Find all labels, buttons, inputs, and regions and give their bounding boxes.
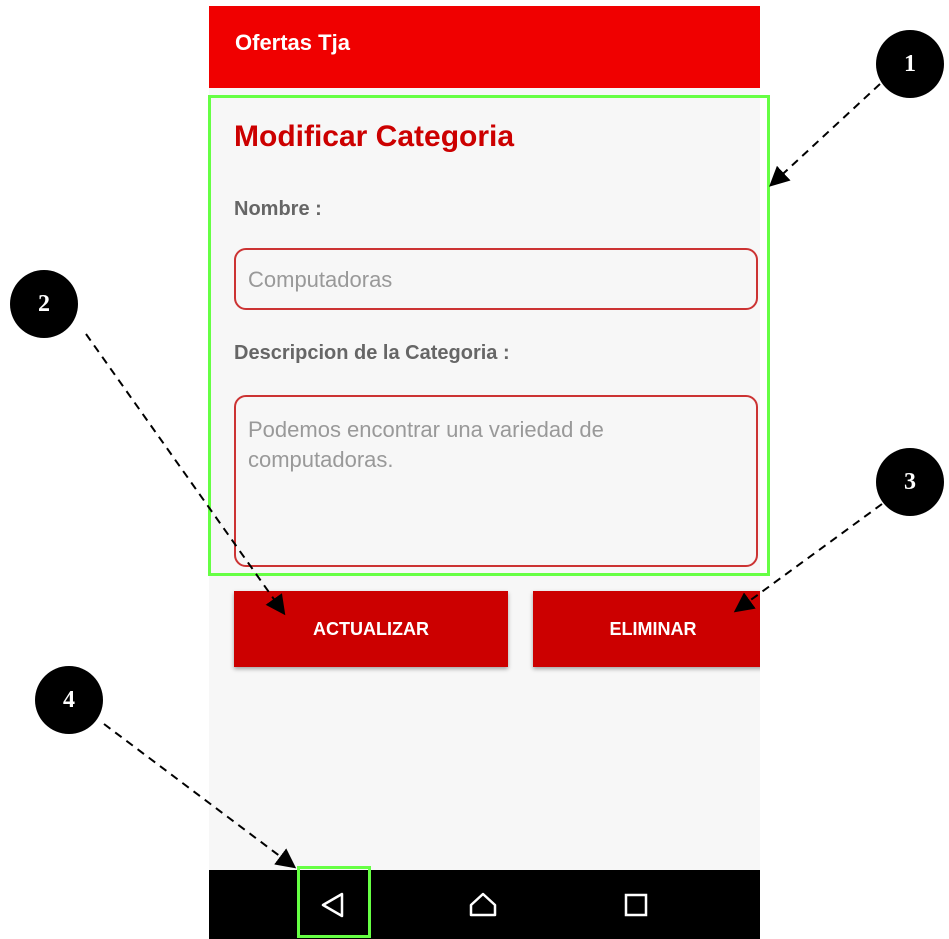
delete-button[interactable]: ELIMINAR <box>533 591 760 667</box>
name-label: Nombre : <box>234 198 322 220</box>
arrow-1 <box>769 83 881 187</box>
home-icon <box>469 892 497 917</box>
app-bar: Ofertas Tja <box>209 6 760 88</box>
phone-screen: Ofertas Tja Modificar Categoria Nombre :… <box>209 6 760 939</box>
recent-apps-button[interactable] <box>602 870 672 939</box>
recent-apps-icon <box>624 893 648 917</box>
system-nav-bar <box>209 870 760 939</box>
back-icon <box>321 892 344 918</box>
annotation-marker-1: 1 <box>876 30 944 98</box>
app-title: Ofertas Tja <box>235 30 350 55</box>
back-button[interactable] <box>297 870 367 939</box>
page-title: Modificar Categoria <box>234 120 515 153</box>
annotation-marker-4: 4 <box>35 666 103 734</box>
annotation-marker-3: 3 <box>876 448 944 516</box>
annotation-marker-2: 2 <box>10 270 78 338</box>
update-button[interactable]: ACTUALIZAR <box>234 591 508 667</box>
description-label: Descripcion de la Categoria : <box>234 342 510 364</box>
description-field[interactable]: Podemos encontrar una variedad de comput… <box>234 395 758 567</box>
home-button[interactable] <box>447 870 517 939</box>
name-field[interactable]: Computadoras <box>234 248 758 310</box>
